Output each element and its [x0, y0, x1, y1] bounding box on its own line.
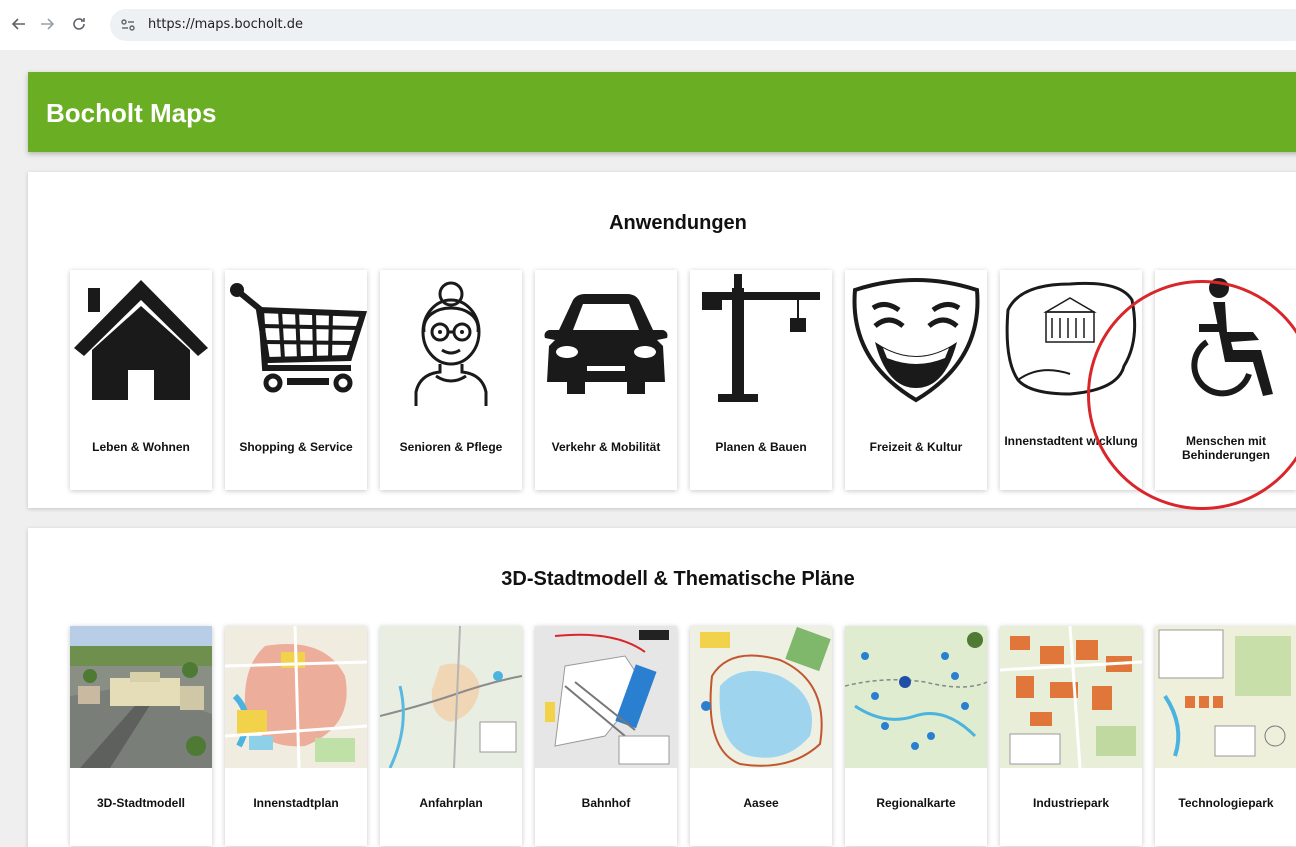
maps-section-title: 3D-Stadtmodell & Thematische Pläne — [501, 568, 855, 590]
senior-woman-icon — [414, 281, 488, 406]
theater-mask-icon — [852, 278, 980, 403]
tile-3d-stadtmodell[interactable]: 3D-Stadtmodell — [70, 626, 212, 846]
apps-section: Anwendungen Leben & Wohnen Shopping & Se… — [28, 172, 1296, 508]
tile-label: Leben & Wohnen — [92, 440, 190, 454]
tile-shopping-service[interactable]: Shopping & Service — [225, 270, 367, 490]
tile-leben-wohnen[interactable]: Leben & Wohnen — [70, 270, 212, 490]
lake-map-thumbnail — [690, 626, 832, 768]
tile-label: Innenstadtplan — [253, 796, 339, 810]
tile-label: Planen & Bauen — [715, 440, 807, 454]
city-center-map-thumbnail — [225, 626, 367, 768]
tile-bahnhof[interactable]: Bahnhof — [535, 626, 677, 846]
tile-label: Industriepark — [1032, 796, 1110, 810]
page-title: Bocholt Maps — [46, 98, 217, 128]
tile-label: Freizeit & Kultur — [869, 440, 963, 454]
3d-city-model-thumbnail — [70, 626, 212, 768]
train-station-map-thumbnail — [535, 626, 677, 768]
tile-senioren-pflege[interactable]: Senioren & Pflege — [380, 270, 522, 490]
house-icon — [74, 280, 208, 400]
tile-label: 3D-Stadtmodell — [96, 796, 185, 810]
app-header: Bocholt Maps — [28, 72, 1296, 152]
address-bar[interactable]: https://maps.bocholt.de — [110, 9, 1296, 41]
site-settings-icon[interactable] — [120, 17, 136, 33]
tile-label: Regionalkarte — [876, 796, 956, 810]
tile-aasee[interactable]: Aasee — [690, 626, 832, 846]
city-center-outline-icon — [1005, 281, 1137, 396]
tile-regionalkarte[interactable]: Regionalkarte — [845, 626, 987, 846]
arrow-right-icon — [41, 18, 55, 30]
tile-label: Shopping & Service — [239, 440, 353, 454]
reload-icon — [73, 18, 85, 30]
browser-toolbar: https://maps.bocholt.de — [0, 0, 1296, 50]
forward-button[interactable] — [36, 13, 58, 35]
tile-label: Innenstadtent wicklung — [1004, 434, 1138, 448]
shopping-cart-icon — [230, 283, 367, 393]
tile-industriepark[interactable]: Industriepark — [1000, 626, 1142, 846]
back-button[interactable] — [8, 13, 30, 35]
wheelchair-icon — [1191, 278, 1273, 397]
car-icon — [544, 294, 668, 394]
tile-label: Menschen mit Behinderungen — [1181, 434, 1270, 462]
tile-menschen-mit-behinderungen[interactable]: Menschen mit Behinderungen — [1155, 270, 1296, 490]
industrial-park-map-thumbnail — [1000, 626, 1142, 768]
technology-park-map-thumbnail — [1155, 626, 1296, 768]
arrow-left-icon — [11, 18, 25, 30]
tile-freizeit-kultur[interactable]: Freizeit & Kultur — [845, 270, 987, 490]
tile-verkehr-mobilitaet[interactable]: Verkehr & Mobilität — [535, 270, 677, 490]
page-content: Bocholt Maps Anwendungen Leben & Wohnen — [0, 50, 1296, 847]
tile-planen-bauen[interactable]: Planen & Bauen — [690, 270, 832, 490]
directions-map-thumbnail — [380, 626, 522, 768]
tile-label: Technologiepark — [1178, 796, 1274, 810]
reload-button[interactable] — [68, 13, 90, 35]
tile-label: Verkehr & Mobilität — [551, 440, 661, 454]
tile-technologiepark[interactable]: Technologiepark — [1155, 626, 1296, 846]
tile-label: Aasee — [743, 796, 779, 810]
construction-crane-icon — [702, 274, 820, 402]
tile-label: Bahnhof — [581, 796, 631, 810]
url-text: https://maps.bocholt.de — [148, 17, 304, 32]
tile-anfahrplan[interactable]: Anfahrplan — [380, 626, 522, 846]
regional-map-thumbnail — [845, 626, 987, 768]
apps-section-title: Anwendungen — [609, 212, 747, 234]
maps-section: 3D-Stadtmodell & Thematische Pläne 3D-St… — [28, 528, 1296, 847]
tile-label: Senioren & Pflege — [399, 440, 503, 454]
tile-innenstadtplan[interactable]: Innenstadtplan — [225, 626, 367, 846]
tile-label: Anfahrplan — [419, 796, 483, 810]
tile-innenstadtentwicklung[interactable]: Innenstadtent wicklung — [1000, 270, 1142, 490]
